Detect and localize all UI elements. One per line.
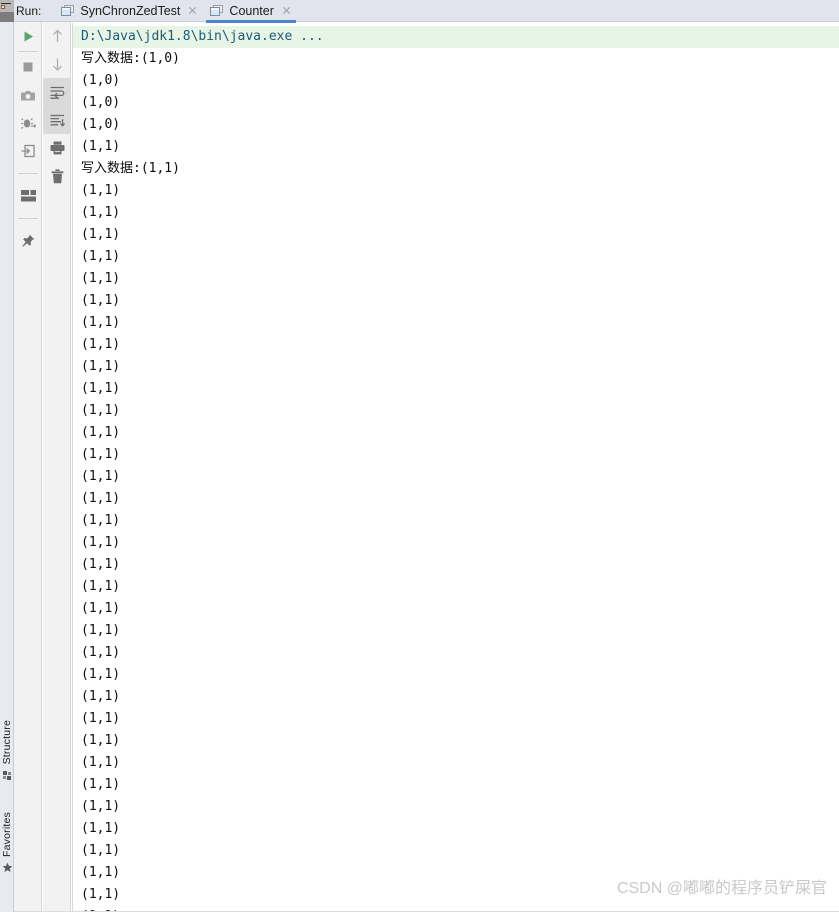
clear-all-button[interactable] xyxy=(43,162,71,190)
console-line: (1,1) xyxy=(81,227,121,242)
toolbar-separator xyxy=(17,173,38,174)
play-icon xyxy=(24,31,33,41)
printer-icon xyxy=(50,141,64,155)
console-line: (1,1) xyxy=(81,491,121,506)
console-line: (1,1) xyxy=(81,601,121,616)
tiles-icon xyxy=(20,190,36,202)
arrow-into-box-icon xyxy=(21,144,35,158)
console-line: (1,1) xyxy=(81,403,121,418)
console-line: (1,1) xyxy=(81,337,121,352)
sidebar-item-structure[interactable]: Structure xyxy=(0,720,14,785)
tab-counter[interactable]: Counter xyxy=(204,0,297,23)
console-line: (1,1) xyxy=(81,469,121,484)
arrow-up-icon xyxy=(52,29,62,42)
console-line: (1,1) xyxy=(81,887,121,902)
rerun-failed-tests-button[interactable] xyxy=(14,109,42,137)
console-line: (1,1) xyxy=(81,139,121,154)
console-line: (1,1) xyxy=(81,271,121,286)
scroll-to-end-icon xyxy=(50,114,65,127)
up-button[interactable] xyxy=(43,22,71,50)
console-line: (1,0) xyxy=(81,95,121,110)
down-button[interactable] xyxy=(43,50,71,78)
console-line: (1,1) xyxy=(81,689,121,704)
console-line: (1,1) xyxy=(81,667,121,682)
toolbar-separator xyxy=(17,218,38,219)
console-line: (1,1) xyxy=(81,623,121,638)
toolbar-separator xyxy=(17,51,38,52)
console-line: (1,1) xyxy=(81,865,121,880)
console-line: (1,1) xyxy=(81,711,121,726)
console-output[interactable]: D:\Java\jdk1.8\bin\java.exe ... 写入数据:(1,0… xyxy=(72,23,839,912)
console-line: (1,1) xyxy=(81,315,121,330)
console-window-icon xyxy=(210,5,224,16)
sidebar-item-label: Favorites xyxy=(1,812,13,857)
console-line: (1,1) xyxy=(81,645,121,660)
stop-button[interactable] xyxy=(14,53,42,81)
console-line: (1,1) xyxy=(81,579,121,594)
tab-label: Counter xyxy=(229,3,274,18)
window-corner-chip xyxy=(0,0,14,22)
run-actions-toolbar xyxy=(14,22,42,912)
export-button[interactable] xyxy=(14,137,42,165)
arrow-down-icon xyxy=(52,58,62,71)
console-line: (1,1) xyxy=(81,557,121,572)
console-line: (1,1) xyxy=(81,843,121,858)
console-line: 写入数据:(1,1) xyxy=(81,161,180,176)
star-icon xyxy=(2,860,13,878)
tab-synchronzedtest[interactable]: SynChronZedTest xyxy=(55,0,204,22)
pin-icon xyxy=(22,234,35,247)
console-line: (1,1) xyxy=(81,359,121,374)
console-window-icon xyxy=(61,5,75,16)
console-line: 写入数据:(1,0) xyxy=(81,51,180,66)
soft-wrap-button[interactable] xyxy=(43,78,71,106)
console-line: (1,0) xyxy=(81,73,121,88)
console-line: (1,1) xyxy=(81,205,121,220)
console-line: (1,1) xyxy=(81,183,121,198)
tab-bar: Run: SynChronZedTest Counter xyxy=(0,0,839,23)
console-line: (1,1) xyxy=(81,821,121,836)
console-line: (1,1) xyxy=(81,293,121,308)
run-button[interactable] xyxy=(14,22,42,50)
console-line: (1,1) xyxy=(81,755,121,770)
console-line: (1,1) xyxy=(81,425,121,440)
layout-button[interactable] xyxy=(14,182,42,210)
console-line: (1,1) xyxy=(81,799,121,814)
console-line: (1,1) xyxy=(81,777,121,792)
pin-tab-button[interactable] xyxy=(14,227,42,255)
console-command-line: D:\Java\jdk1.8\bin\java.exe ... xyxy=(73,26,839,48)
tab-label: SynChronZedTest xyxy=(80,3,181,18)
structure-icon xyxy=(2,767,12,785)
run-label: Run: xyxy=(16,3,42,18)
trash-icon xyxy=(51,168,63,183)
camera-icon xyxy=(20,90,35,100)
console-line: (1,1) xyxy=(81,513,121,528)
stop-icon xyxy=(23,62,33,72)
run-tool-window: Run: SynChronZedTest Counter Structure F… xyxy=(0,0,839,912)
bug-rerun-icon xyxy=(20,118,36,129)
console-actions-toolbar xyxy=(43,22,71,912)
scroll-to-end-button[interactable] xyxy=(43,106,71,134)
close-icon[interactable] xyxy=(188,6,197,15)
console-line: (1,1) xyxy=(81,733,121,748)
console-line: (1,1) xyxy=(81,447,121,462)
console-line: (1,1) xyxy=(81,249,121,264)
sidebar-item-favorites[interactable]: Favorites xyxy=(0,812,14,878)
console-line: (1,0) xyxy=(81,117,121,132)
sidebar-item-label: Structure xyxy=(1,720,13,765)
console-line: (1,1) xyxy=(81,381,121,396)
console-line: (1,1) xyxy=(81,535,121,550)
soft-wrap-icon xyxy=(50,86,64,99)
print-button[interactable] xyxy=(43,134,71,162)
close-icon[interactable] xyxy=(282,6,291,15)
screenshot-button[interactable] xyxy=(14,81,42,109)
